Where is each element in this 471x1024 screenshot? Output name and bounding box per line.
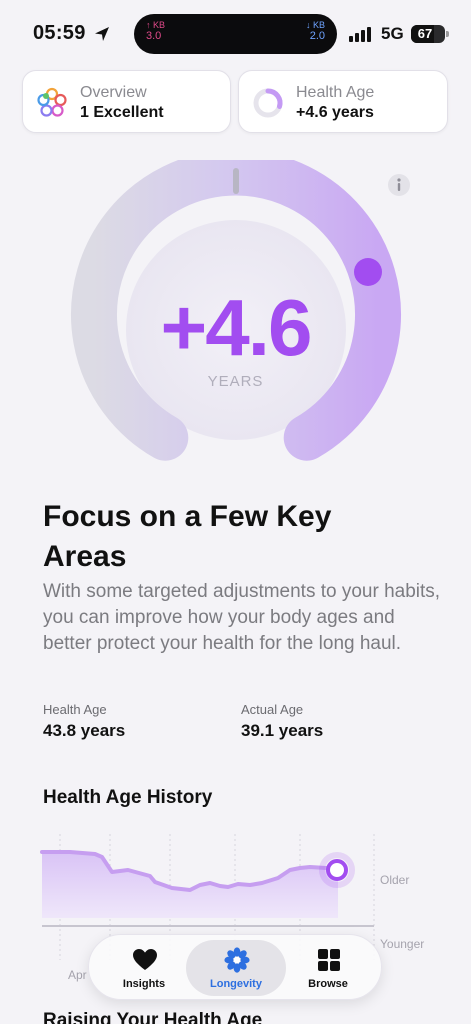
heart-icon	[133, 949, 157, 970]
actual-age-stat-value: 39.1 years	[241, 721, 324, 740]
overview-value: 1 Excellent	[80, 104, 164, 121]
overview-card[interactable]: Overview 1 Excellent	[22, 70, 231, 133]
flower-icon	[224, 947, 250, 973]
tab-longevity-label: Longevity	[210, 978, 262, 990]
download-value: 2.0	[309, 30, 325, 42]
chart-younger-label: Younger	[380, 937, 425, 951]
status-bar: 05:59 ↑ KB 3.0 ↓ KB 2.0 5G 67	[0, 0, 471, 66]
history-title: Health Age History	[43, 787, 213, 808]
gauge-unit: YEARS	[207, 373, 264, 390]
upload-value: 3.0	[146, 30, 162, 42]
health-age-label: Health Age	[296, 84, 375, 101]
tab-insights[interactable]: Insights	[95, 935, 193, 1001]
tab-browse-label: Browse	[308, 978, 348, 990]
dynamic-island: ↑ KB 3.0 ↓ KB 2.0	[134, 14, 337, 54]
tab-insights-label: Insights	[122, 978, 166, 990]
tab-browse[interactable]: Browse	[279, 935, 377, 1001]
overview-label: Overview	[80, 84, 147, 101]
battery-icon: 67	[411, 25, 445, 43]
status-time: 05:59	[33, 22, 86, 44]
upload-speed: ↑ KB 3.0	[146, 20, 166, 42]
health-age-ring-icon	[253, 88, 283, 118]
health-age-card[interactable]: Health Age +4.6 years	[238, 70, 448, 133]
location-arrow-icon	[95, 27, 109, 41]
chart-older-label: Older	[380, 873, 410, 887]
download-speed: ↓ KB 2.0	[305, 20, 325, 42]
health-age-stat: Health Age 43.8 years	[43, 702, 125, 741]
actual-age-stat: Actual Age 39.1 years	[241, 702, 323, 741]
gauge-zero-marker	[233, 168, 239, 194]
history-area	[42, 852, 338, 918]
chart-month-label: Apr	[68, 968, 87, 982]
download-unit: ↓ KB	[305, 20, 325, 30]
network-type: 5G	[381, 24, 404, 43]
battery-level: 67	[417, 26, 433, 41]
gauge-value: +4.6	[160, 283, 313, 372]
focus-title: Focus on a Few Key Areas	[43, 500, 332, 573]
battery-tip	[446, 31, 449, 37]
health-age-stat-label: Health Age	[43, 702, 107, 717]
overview-flower-icon	[37, 87, 67, 117]
grid-icon	[318, 949, 340, 971]
health-age-stat-value: 43.8 years	[43, 721, 126, 740]
history-current-point[interactable]	[326, 859, 348, 881]
health-age-value: +4.6 years	[296, 104, 374, 121]
tab-bar: Insights Longevity Browse	[88, 934, 382, 1000]
tab-longevity[interactable]: Longevity	[186, 935, 286, 1001]
info-icon[interactable]	[387, 173, 411, 197]
cellular-signal-icon	[349, 27, 371, 42]
next-section-title: Raising Your Health Age	[43, 1010, 263, 1024]
actual-age-stat-label: Actual Age	[241, 702, 304, 717]
upload-unit: ↑ KB	[146, 20, 166, 30]
focus-description: With some targeted adjustments to your h…	[43, 581, 441, 654]
